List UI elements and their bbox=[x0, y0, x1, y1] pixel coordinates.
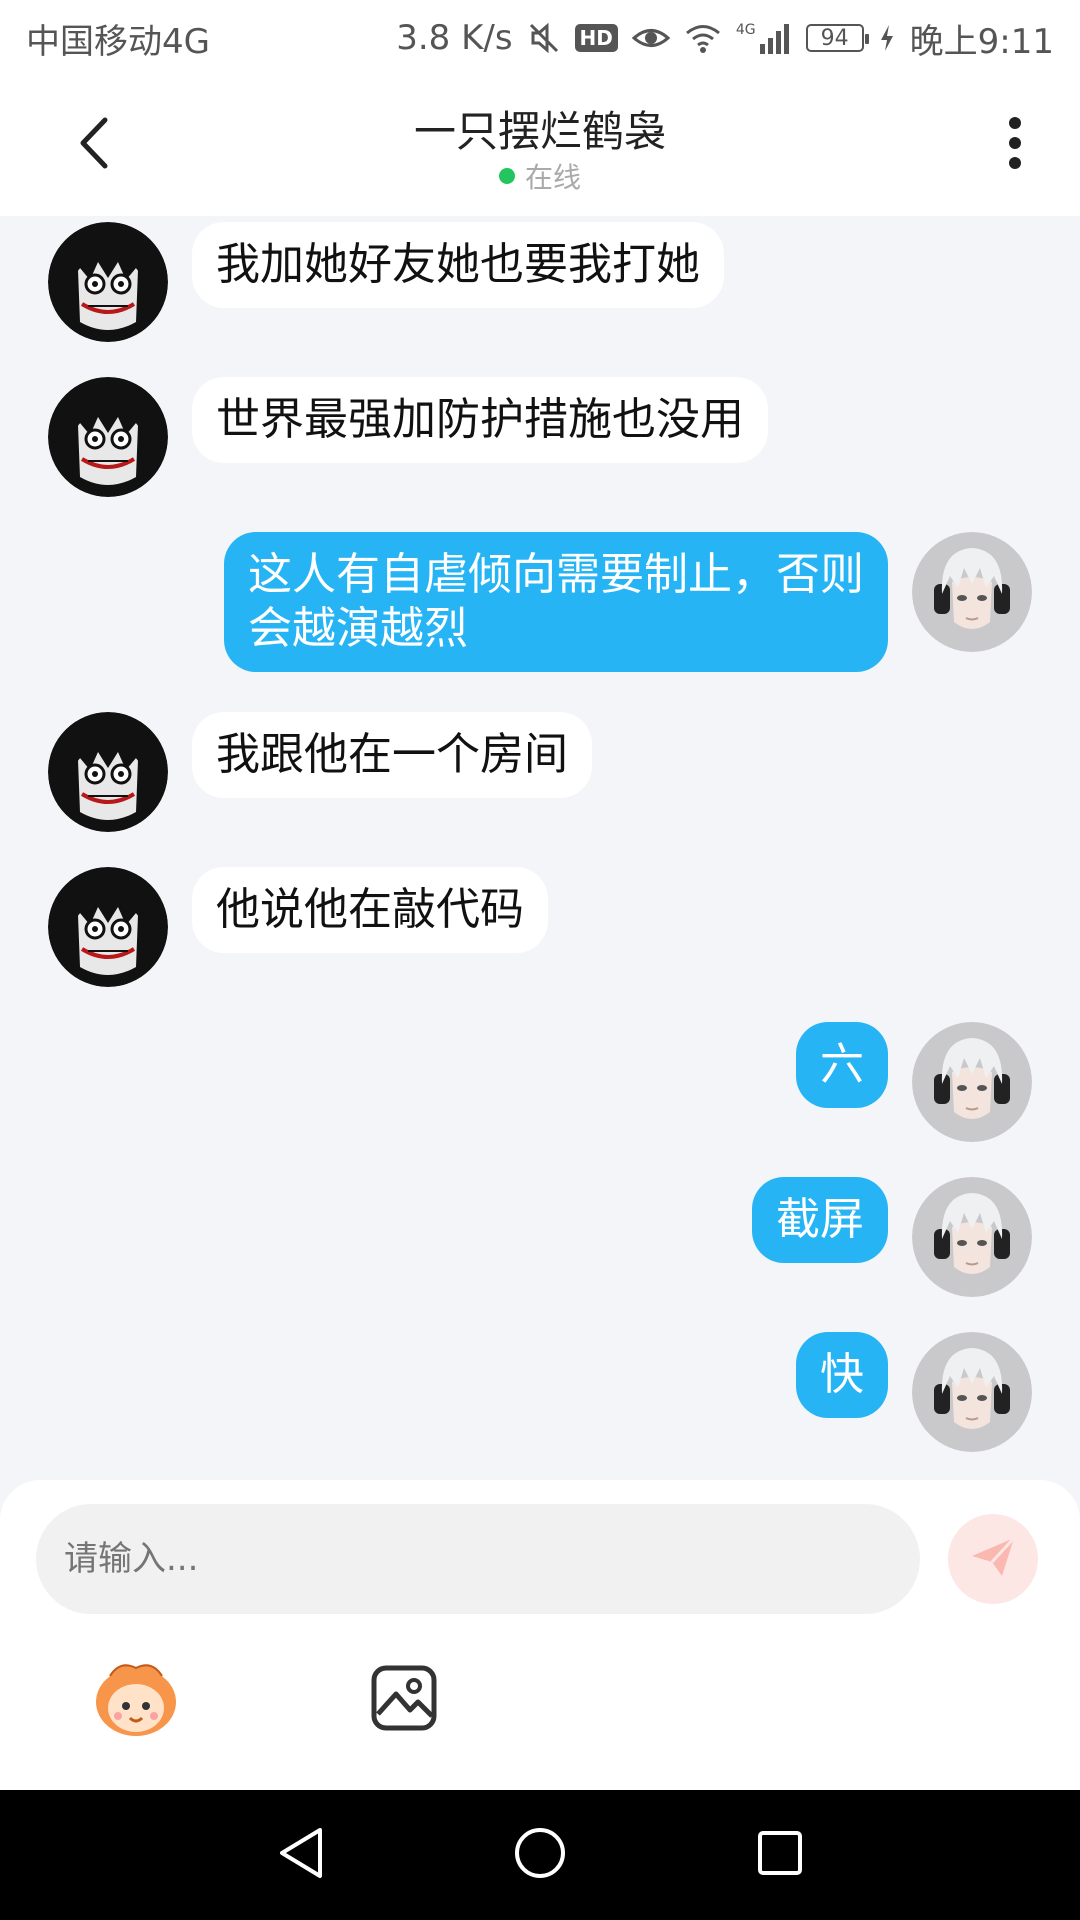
signal-icon: 4G bbox=[736, 22, 792, 54]
carrier-label: 中国移动4G bbox=[26, 21, 210, 62]
status-bar: 中国移动4G 3.8 K/s HD 4G 94 晚上9:11 bbox=[0, 0, 1080, 76]
my-avatar[interactable] bbox=[912, 1022, 1032, 1142]
more-button[interactable] bbox=[980, 110, 1050, 180]
chat-message-list[interactable]: 我加她好友她也要我打她 世界最强加防护措施也没用 这人有自虐倾向需要制止，否则 … bbox=[0, 216, 1080, 1480]
home-circle-icon bbox=[513, 1826, 567, 1884]
eye-icon bbox=[631, 23, 670, 53]
mute-icon bbox=[527, 21, 561, 55]
message-line: 这人有自虐倾向需要制止，否则 bbox=[248, 549, 864, 600]
send-button[interactable] bbox=[948, 1514, 1038, 1604]
emoji-button[interactable] bbox=[90, 1656, 182, 1738]
message-bubble[interactable]: 快 bbox=[796, 1332, 888, 1418]
image-button[interactable] bbox=[370, 1664, 438, 1732]
contact-avatar[interactable] bbox=[48, 712, 168, 832]
composer-panel bbox=[0, 1480, 1080, 1790]
message-incoming: 我跟他在一个房间 bbox=[48, 712, 592, 832]
nav-back-button[interactable] bbox=[266, 1820, 336, 1890]
chat-header: 一只摆烂鹤袅 在线 bbox=[0, 76, 1080, 216]
net-speed: 3.8 K/s bbox=[396, 18, 513, 58]
online-dot-icon bbox=[498, 168, 515, 184]
message-bubble[interactable]: 他说他在敲代码 bbox=[192, 867, 548, 953]
contact-avatar[interactable] bbox=[48, 867, 168, 987]
wifi-icon bbox=[684, 22, 722, 54]
battery-level: 94 bbox=[820, 25, 849, 51]
my-avatar[interactable] bbox=[912, 1177, 1032, 1297]
message-incoming: 我加她好友她也要我打她 bbox=[48, 222, 724, 342]
clock: 晚上9:11 bbox=[909, 21, 1054, 62]
emoji-mascot-icon bbox=[90, 1664, 182, 1742]
message-bubble[interactable]: 这人有自虐倾向需要制止，否则 会越演越烈 bbox=[224, 532, 888, 672]
message-incoming: 他说他在敲代码 bbox=[48, 867, 548, 987]
online-status-label: 在线 bbox=[524, 161, 581, 194]
message-bubble[interactable]: 六 bbox=[796, 1022, 888, 1108]
contact-avatar[interactable] bbox=[48, 222, 168, 342]
message-bubble[interactable]: 世界最强加防护措施也没用 bbox=[192, 377, 768, 463]
nav-home-button[interactable] bbox=[505, 1820, 575, 1890]
hd-icon: HD bbox=[574, 24, 618, 52]
contact-avatar[interactable] bbox=[48, 377, 168, 497]
battery-icon: 94 bbox=[805, 24, 869, 52]
message-outgoing: 这人有自虐倾向需要制止，否则 会越演越烈 bbox=[224, 532, 1032, 672]
contact-name: 一只摆烂鹤袅 bbox=[413, 107, 666, 156]
message-bubble[interactable]: 截屏 bbox=[752, 1177, 888, 1263]
message-incoming: 世界最强加防护措施也没用 bbox=[48, 377, 768, 497]
charging-icon bbox=[878, 23, 896, 53]
message-outgoing: 六 bbox=[796, 1022, 1032, 1142]
message-outgoing: 快 bbox=[796, 1332, 1032, 1452]
system-nav-bar bbox=[0, 1790, 1080, 1920]
message-input[interactable] bbox=[36, 1504, 920, 1614]
recents-square-icon bbox=[755, 1828, 805, 1882]
paper-plane-icon bbox=[968, 1532, 1018, 1586]
nav-recents-button[interactable] bbox=[745, 1820, 815, 1890]
message-outgoing: 截屏 bbox=[752, 1177, 1032, 1297]
my-avatar[interactable] bbox=[912, 532, 1032, 652]
more-vertical-icon bbox=[1007, 115, 1023, 175]
net-type-label: 4G bbox=[735, 22, 756, 38]
message-line: 会越演越烈 bbox=[248, 603, 468, 654]
online-status: 在线 bbox=[0, 156, 1080, 196]
my-avatar[interactable] bbox=[912, 1332, 1032, 1452]
message-bubble[interactable]: 我加她好友她也要我打她 bbox=[192, 222, 724, 308]
image-icon bbox=[370, 1665, 438, 1736]
back-triangle-icon bbox=[276, 1826, 326, 1884]
message-bubble[interactable]: 我跟他在一个房间 bbox=[192, 712, 592, 798]
